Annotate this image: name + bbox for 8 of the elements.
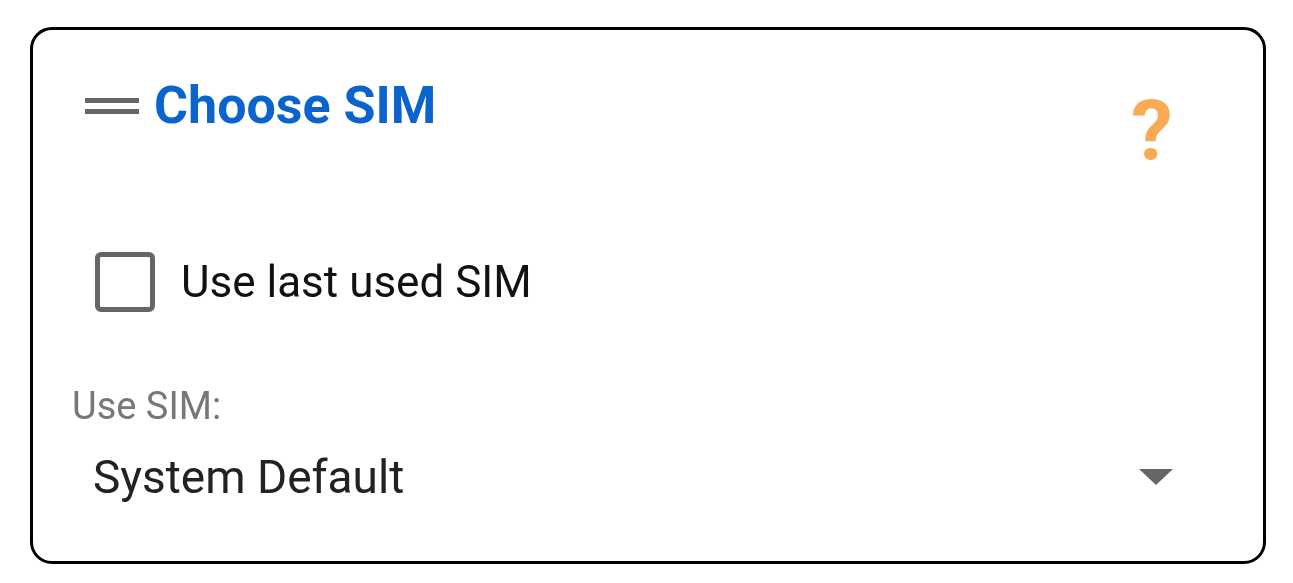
field-label: Use SIM: <box>71 383 222 425</box>
checkbox[interactable] <box>95 252 155 312</box>
sim-dropdown[interactable]: System Default <box>93 447 1173 507</box>
dropdown-arrow-icon <box>1139 469 1173 485</box>
card-title: Choose SIM <box>154 80 437 132</box>
checkbox-label[interactable]: Use last used SIM <box>181 249 532 315</box>
drag-handle-icon[interactable] <box>85 96 139 116</box>
dropdown-value: System Default <box>93 454 405 500</box>
